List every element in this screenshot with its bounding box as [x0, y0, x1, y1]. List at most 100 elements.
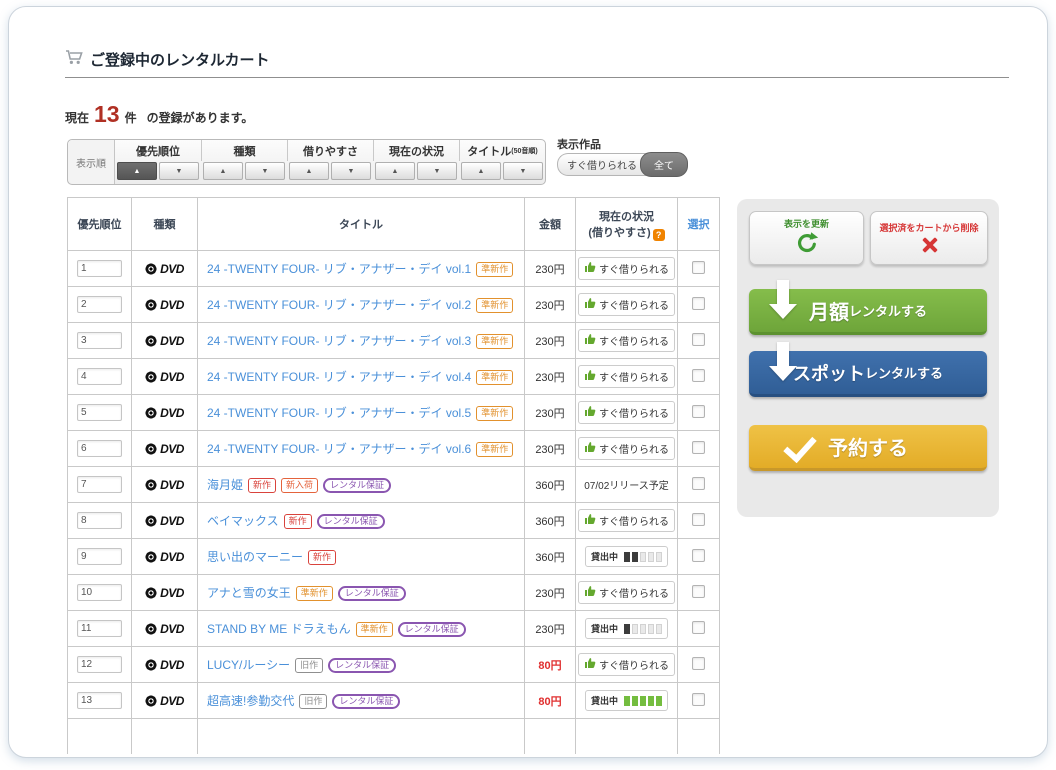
select-checkbox[interactable] [692, 692, 705, 706]
help-icon[interactable]: ? [652, 228, 665, 241]
disc-icon [145, 406, 158, 419]
status-available: すぐ借りられる [578, 293, 675, 316]
header-select[interactable]: 選択 [677, 197, 720, 251]
select-checkbox[interactable] [692, 656, 705, 670]
sort-asc-button[interactable]: ▲ [375, 162, 415, 180]
action-panel: 表示を更新 選択済をカートから削除 月額 レンタルする スポット レンタルする … [737, 199, 999, 517]
status-release-date: 07/02リリース予定 [584, 481, 669, 492]
select-checkbox[interactable] [692, 476, 705, 490]
sort-desc-button[interactable]: ▼ [245, 162, 285, 180]
table-row: DVD 24 -TWENTY FOUR- リブ・アナザー・デイ vol.6 準新作… [67, 430, 720, 467]
filter-option[interactable]: すぐ借りられる [557, 153, 646, 176]
badge: 準新作 [476, 406, 514, 421]
page-header: ご登録中のレンタルカート [65, 49, 270, 70]
table-stub-row [67, 718, 720, 754]
dvd-type: DVD [133, 622, 197, 636]
priority-input[interactable] [77, 332, 122, 349]
price-value: 230円 [535, 263, 565, 276]
select-checkbox[interactable] [692, 332, 705, 346]
dvd-type: DVD [133, 658, 197, 672]
reserve-button[interactable]: 予約する [749, 425, 987, 471]
gauge-block [632, 695, 638, 706]
priority-input[interactable] [77, 512, 122, 529]
price-value: 80円 [538, 659, 562, 672]
header-priority: 優先順位 [67, 197, 132, 251]
select-checkbox[interactable] [692, 368, 705, 382]
sort-group: タイトル (50音順) ▲ ▼ [459, 140, 545, 184]
status-cell: すぐ借りられる [575, 430, 678, 467]
priority-input[interactable] [77, 548, 122, 565]
priority-input[interactable] [77, 476, 122, 493]
disc-icon [145, 622, 158, 635]
status-available: すぐ借りられる [578, 581, 675, 604]
sort-asc-button[interactable]: ▲ [461, 162, 501, 180]
sort-group-label: 優先順位 [136, 145, 180, 158]
select-checkbox[interactable] [692, 620, 705, 634]
badge: 準新作 [476, 262, 514, 277]
badge: 旧作 [299, 694, 328, 709]
sort-group: 種類 ▲ ▼ [201, 140, 287, 184]
reserve-label: 予約する [828, 438, 908, 460]
title-link[interactable]: 24 -TWENTY FOUR- リブ・アナザー・デイ vol.5 [207, 406, 471, 420]
select-checkbox[interactable] [692, 296, 705, 310]
title-link[interactable]: 24 -TWENTY FOUR- リブ・アナザー・デイ vol.4 [207, 370, 471, 384]
select-checkbox[interactable] [692, 584, 705, 598]
priority-input[interactable] [77, 296, 122, 313]
priority-input[interactable] [77, 404, 122, 421]
title-link[interactable]: 24 -TWENTY FOUR- リブ・アナザー・デイ vol.2 [207, 298, 471, 312]
title-link[interactable]: 24 -TWENTY FOUR- リブ・アナザー・デイ vol.3 [207, 334, 471, 348]
disc-icon [145, 262, 158, 275]
table-row: DVD 海月姫新作新入荷レンタル保証 360円 07/02リリース予定 [67, 466, 720, 503]
status-cell: すぐ借りられる [575, 502, 678, 539]
table-row: DVD アナと雪の女王準新作レンタル保証 230円 すぐ借りられる [67, 574, 720, 611]
spot-rental-label-small: レンタルする [864, 366, 943, 381]
select-checkbox[interactable] [692, 260, 705, 274]
refresh-button[interactable]: 表示を更新 [749, 211, 864, 265]
status-text: すぐ借りられる [599, 409, 669, 420]
sort-desc-button[interactable]: ▼ [417, 162, 457, 180]
sort-asc-button[interactable]: ▲ [117, 162, 157, 180]
thumbs-up-icon [584, 657, 596, 672]
title-link[interactable]: STAND BY ME ドラえもん [207, 622, 351, 636]
filter-option-selected[interactable]: 全て [640, 152, 688, 177]
badge: 新作 [248, 478, 277, 493]
priority-input[interactable] [77, 584, 122, 601]
priority-input[interactable] [77, 440, 122, 457]
sort-asc-button[interactable]: ▲ [203, 162, 243, 180]
select-checkbox[interactable] [692, 512, 705, 526]
sort-desc-button[interactable]: ▼ [331, 162, 371, 180]
dvd-type: DVD [133, 550, 197, 564]
select-checkbox[interactable] [692, 548, 705, 562]
title-link[interactable]: ベイマックス [207, 514, 279, 528]
priority-input[interactable] [77, 260, 122, 277]
title-link[interactable]: 海月姫 [207, 478, 243, 492]
title-link[interactable]: 24 -TWENTY FOUR- リブ・アナザー・デイ vol.6 [207, 442, 471, 456]
title-link[interactable]: 24 -TWENTY FOUR- リブ・アナザー・デイ vol.1 [207, 262, 471, 276]
priority-input[interactable] [77, 656, 122, 673]
badge: 準新作 [476, 370, 514, 385]
sort-desc-button[interactable]: ▼ [159, 162, 199, 180]
sort-group-label: 種類 [201, 140, 287, 161]
spot-rental-button[interactable]: スポット レンタルする [749, 342, 987, 397]
delete-selected-button[interactable]: 選択済をカートから削除 [870, 211, 988, 265]
priority-input[interactable] [77, 620, 122, 637]
gauge-block [656, 623, 662, 634]
select-checkbox[interactable] [692, 440, 705, 454]
title-link[interactable]: アナと雪の女王 [207, 586, 291, 600]
status-text: すぐ借りられる [599, 373, 669, 384]
dvd-type: DVD [133, 370, 197, 384]
sort-desc-button[interactable]: ▼ [503, 162, 543, 180]
table-row: DVD 24 -TWENTY FOUR- リブ・アナザー・デイ vol.1 準新作… [67, 250, 720, 287]
status-text: すぐ借りられる [599, 265, 669, 276]
title-link[interactable]: 思い出のマーニー [207, 550, 303, 564]
select-checkbox[interactable] [692, 404, 705, 418]
title-link[interactable]: 超高速!参勤交代 [207, 694, 294, 708]
title-link[interactable]: LUCY/ルーシー [207, 658, 290, 672]
disc-icon [145, 514, 158, 527]
thumbs-up-icon [584, 441, 596, 456]
priority-input[interactable] [77, 692, 122, 709]
monthly-rental-button[interactable]: 月額 レンタルする [749, 280, 987, 335]
sort-asc-button[interactable]: ▲ [289, 162, 329, 180]
priority-input[interactable] [77, 368, 122, 385]
disc-icon [145, 658, 158, 671]
